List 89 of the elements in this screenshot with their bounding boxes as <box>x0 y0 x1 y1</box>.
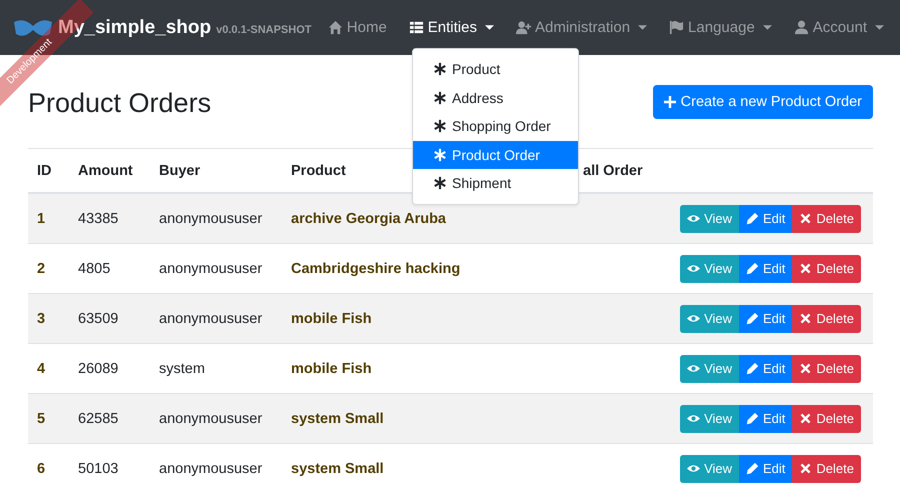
edit-button[interactable]: Edit <box>739 204 792 232</box>
delete-button[interactable]: Delete <box>792 304 861 332</box>
edit-button[interactable]: Edit <box>739 254 792 282</box>
plus-icon <box>664 96 676 108</box>
pencil-icon <box>746 462 760 475</box>
close-icon <box>799 462 812 475</box>
caret-icon <box>762 25 772 30</box>
edit-button[interactable]: Edit <box>739 354 792 382</box>
pencil-icon <box>746 262 760 275</box>
version-label: v0.0.1-SNAPSHOT <box>216 24 312 36</box>
table-cell: anonymoususer <box>159 260 262 276</box>
asterisk-icon <box>433 62 447 76</box>
pencil-icon <box>746 312 760 325</box>
menu-item[interactable]: Product <box>413 55 578 84</box>
column-header: all Order <box>583 162 643 178</box>
caret-icon <box>875 25 884 30</box>
create-button[interactable]: Create a new Product Order <box>652 84 873 118</box>
list-icon <box>408 20 424 35</box>
product-link[interactable]: system Small <box>291 460 384 476</box>
menu-item[interactable]: Shipment <box>413 169 578 198</box>
caret-icon <box>485 25 494 30</box>
edit-button[interactable]: Edit <box>739 404 792 432</box>
brand-name[interactable]: My_simple_shop <box>58 16 212 38</box>
product-link[interactable]: archive Georgia Aruba <box>291 210 446 226</box>
table-cell: anonymoususer <box>159 310 262 326</box>
page-title: Product Orders <box>28 87 212 119</box>
edit-button[interactable]: Edit <box>739 304 792 332</box>
id-link[interactable]: 1 <box>37 210 46 226</box>
edit-button[interactable]: Edit <box>739 454 792 482</box>
bow-tie-logo <box>14 18 52 36</box>
nav-item[interactable]: Account <box>794 19 884 36</box>
delete-button[interactable]: Delete <box>792 354 861 382</box>
caret-icon <box>638 25 648 30</box>
close-icon <box>799 312 812 325</box>
view-button[interactable]: View <box>680 254 740 282</box>
menu-item[interactable]: Product Order <box>413 140 578 169</box>
asterisk-icon <box>433 148 447 162</box>
column-header: ID <box>37 162 52 178</box>
view-button[interactable]: View <box>680 454 740 482</box>
table-cell: anonymoususer <box>159 210 262 226</box>
user-icon <box>794 20 809 35</box>
asterisk-icon <box>433 176 447 190</box>
id-link[interactable]: 5 <box>37 410 46 426</box>
delete-button[interactable]: Delete <box>792 254 861 282</box>
table-cell: 43385 <box>78 210 118 226</box>
product-link[interactable]: mobile Fish <box>291 360 372 376</box>
menu-item[interactable]: Shopping Order <box>413 112 578 140</box>
table-cell: 62585 <box>78 410 118 426</box>
close-icon <box>799 212 812 225</box>
delete-button[interactable]: Delete <box>792 454 861 482</box>
view-button[interactable]: View <box>680 404 740 432</box>
column-header: Buyer <box>159 162 200 178</box>
user-plus-icon <box>516 20 531 35</box>
table-cell: 26089 <box>78 360 118 376</box>
view-button[interactable]: View <box>680 304 740 332</box>
column-header: Product <box>291 162 346 178</box>
table-cell: anonymoususer <box>159 410 262 426</box>
id-link[interactable]: 3 <box>37 310 46 326</box>
table-cell: system <box>159 360 205 376</box>
close-icon <box>799 412 812 425</box>
view-button[interactable]: View <box>680 204 740 232</box>
pencil-icon <box>746 362 760 375</box>
menu-item[interactable]: Address <box>413 84 578 112</box>
nav-item[interactable]: Home <box>328 19 387 36</box>
column-header: Amount <box>78 162 133 178</box>
product-link[interactable]: Cambridgeshire hacking <box>291 260 460 276</box>
table-cell: 50103 <box>78 460 118 476</box>
nav-item[interactable]: Entities <box>408 19 494 36</box>
product-link[interactable]: mobile Fish <box>291 310 372 326</box>
table-cell: anonymoususer <box>159 460 262 476</box>
close-icon <box>799 262 812 275</box>
delete-button[interactable]: Delete <box>792 204 861 232</box>
pencil-icon <box>746 412 760 425</box>
nav-item[interactable]: Administration <box>516 19 648 36</box>
asterisk-icon <box>433 119 447 134</box>
table-cell: 63509 <box>78 310 118 326</box>
close-icon <box>799 362 812 375</box>
asterisk-icon <box>433 90 447 105</box>
view-button[interactable]: View <box>680 354 740 382</box>
flag-icon <box>669 20 684 35</box>
nav-item[interactable]: Language <box>669 19 772 36</box>
id-link[interactable]: 4 <box>37 360 46 376</box>
home-icon <box>328 20 343 35</box>
pencil-icon <box>746 212 760 225</box>
table-cell: 4805 <box>78 260 110 276</box>
product-link[interactable]: system Small <box>291 410 384 426</box>
id-link[interactable]: 6 <box>37 460 46 476</box>
id-link[interactable]: 2 <box>37 260 46 276</box>
delete-button[interactable]: Delete <box>792 404 861 432</box>
